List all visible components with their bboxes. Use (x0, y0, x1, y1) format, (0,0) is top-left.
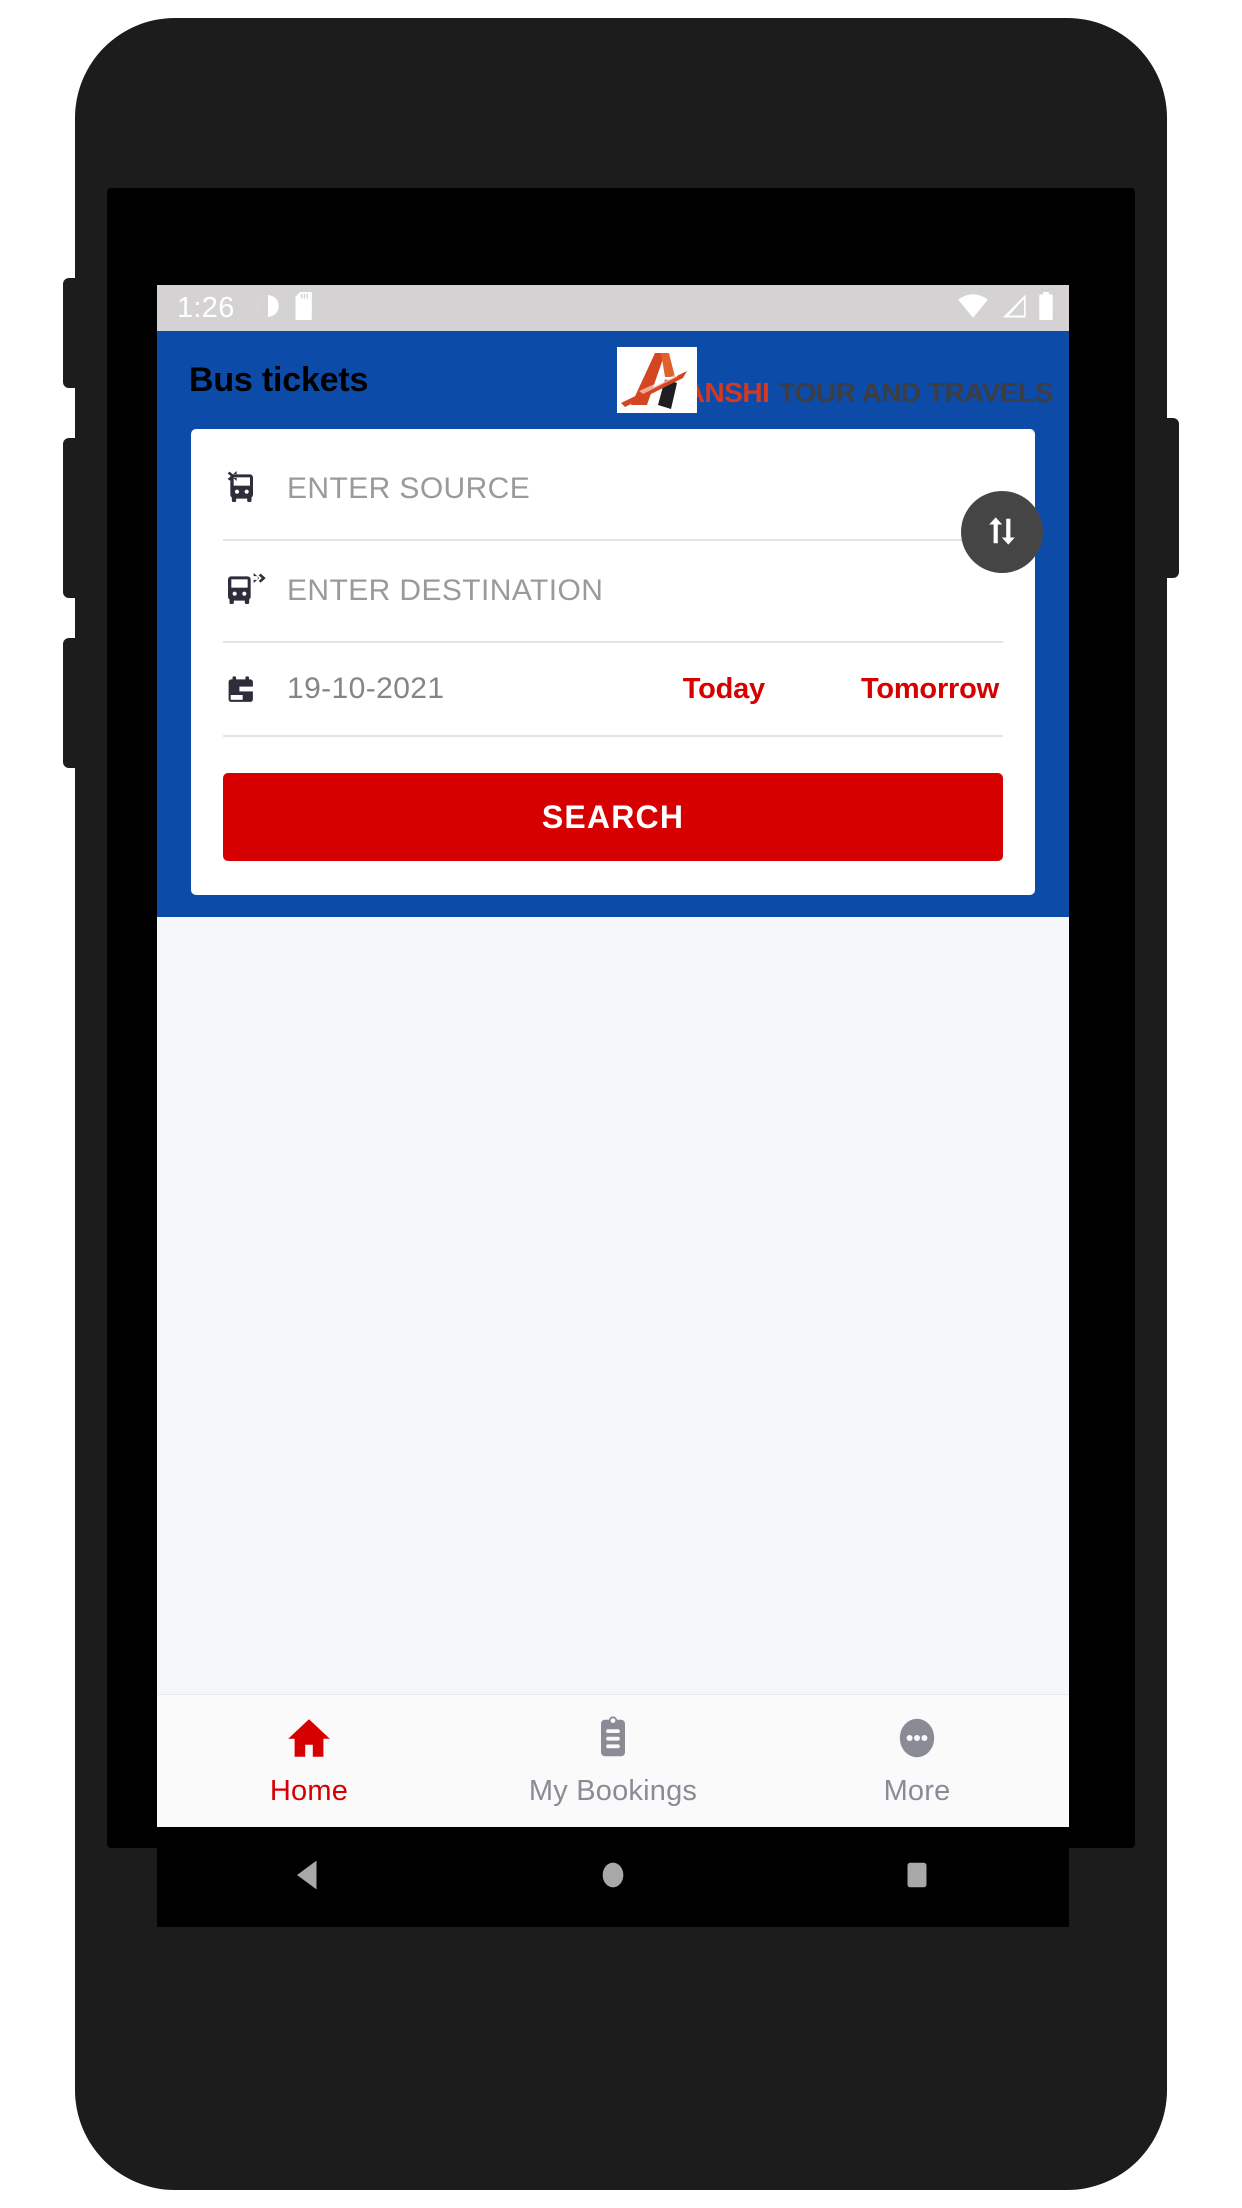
nav-label-my-bookings: My Bookings (528, 1775, 698, 1807)
page-title: Bus tickets (189, 360, 369, 399)
home-icon (285, 1714, 333, 1767)
android-navigation-bar (157, 1827, 1069, 1927)
wifi-icon (957, 293, 989, 324)
more-dots-circle-icon (893, 1714, 941, 1767)
status-bar-clock: 1:26 (177, 291, 235, 324)
power-button[interactable] (1163, 418, 1179, 578)
search-card: 19-10-2021 Today Tomorrow SEARCH (191, 429, 1043, 895)
clipboard-icon (589, 1714, 637, 1767)
volume-down-button[interactable] (63, 438, 79, 598)
source-field-row[interactable] (223, 439, 1003, 541)
brand-name-primary: ANSHI (684, 377, 770, 408)
battery-icon (1037, 291, 1055, 325)
hero-section: 19-10-2021 Today Tomorrow SEARCH (157, 429, 1069, 917)
main-content-area (157, 917, 1069, 1694)
do-not-disturb-icon (255, 293, 281, 324)
android-recents-button[interactable] (765, 1857, 1069, 1898)
android-back-button[interactable] (157, 1855, 461, 1900)
android-home-button[interactable] (461, 1855, 765, 1900)
status-bar: 1:26 (157, 285, 1069, 331)
swap-vertical-arrows-icon (981, 510, 1023, 555)
swap-source-destination-button[interactable] (961, 491, 1043, 573)
selected-date-value: 19-10-2021 (287, 672, 445, 705)
bus-arrival-icon (223, 571, 269, 611)
nav-label-home: Home (269, 1775, 349, 1807)
brand-logo: ANSHI TOUR AND TRAVELS (616, 347, 1053, 413)
quick-date-tomorrow-button[interactable]: Tomorrow (861, 673, 999, 706)
back-triangle-icon (289, 1855, 329, 1900)
assistant-button[interactable] (63, 638, 79, 768)
nav-item-more[interactable]: More (765, 1714, 1069, 1808)
brand-name-secondary: TOUR AND TRAVELS (778, 377, 1053, 408)
source-input[interactable] (287, 472, 1003, 506)
quick-date-today-button[interactable]: Today (683, 673, 765, 706)
search-button[interactable]: SEARCH (223, 773, 1003, 861)
volume-up-button[interactable] (63, 278, 79, 388)
cellular-signal-icon (999, 293, 1027, 324)
nav-item-home[interactable]: Home (157, 1714, 461, 1808)
recents-square-icon (900, 1857, 934, 1898)
bottom-navigation-bar: Home My Bookings More (157, 1694, 1069, 1827)
app-bar: Bus tickets ANSHI TOUR AND TRAVELS (157, 331, 1069, 429)
phone-screen: 1:26 Bus tickets ANSHI TOUR AND TRAVELS … (157, 285, 1069, 1927)
destination-input[interactable] (287, 574, 1003, 608)
anshi-a-logo-icon (616, 347, 697, 413)
home-circle-icon (596, 1855, 630, 1900)
calendar-icon (223, 671, 269, 707)
bus-departure-icon (223, 469, 269, 509)
destination-field-row[interactable] (223, 541, 1003, 643)
sd-card-icon (295, 291, 317, 325)
date-field-row[interactable]: 19-10-2021 Today Tomorrow (223, 643, 1003, 737)
nav-item-my-bookings[interactable]: My Bookings (461, 1714, 765, 1808)
nav-label-more: More (883, 1775, 951, 1807)
